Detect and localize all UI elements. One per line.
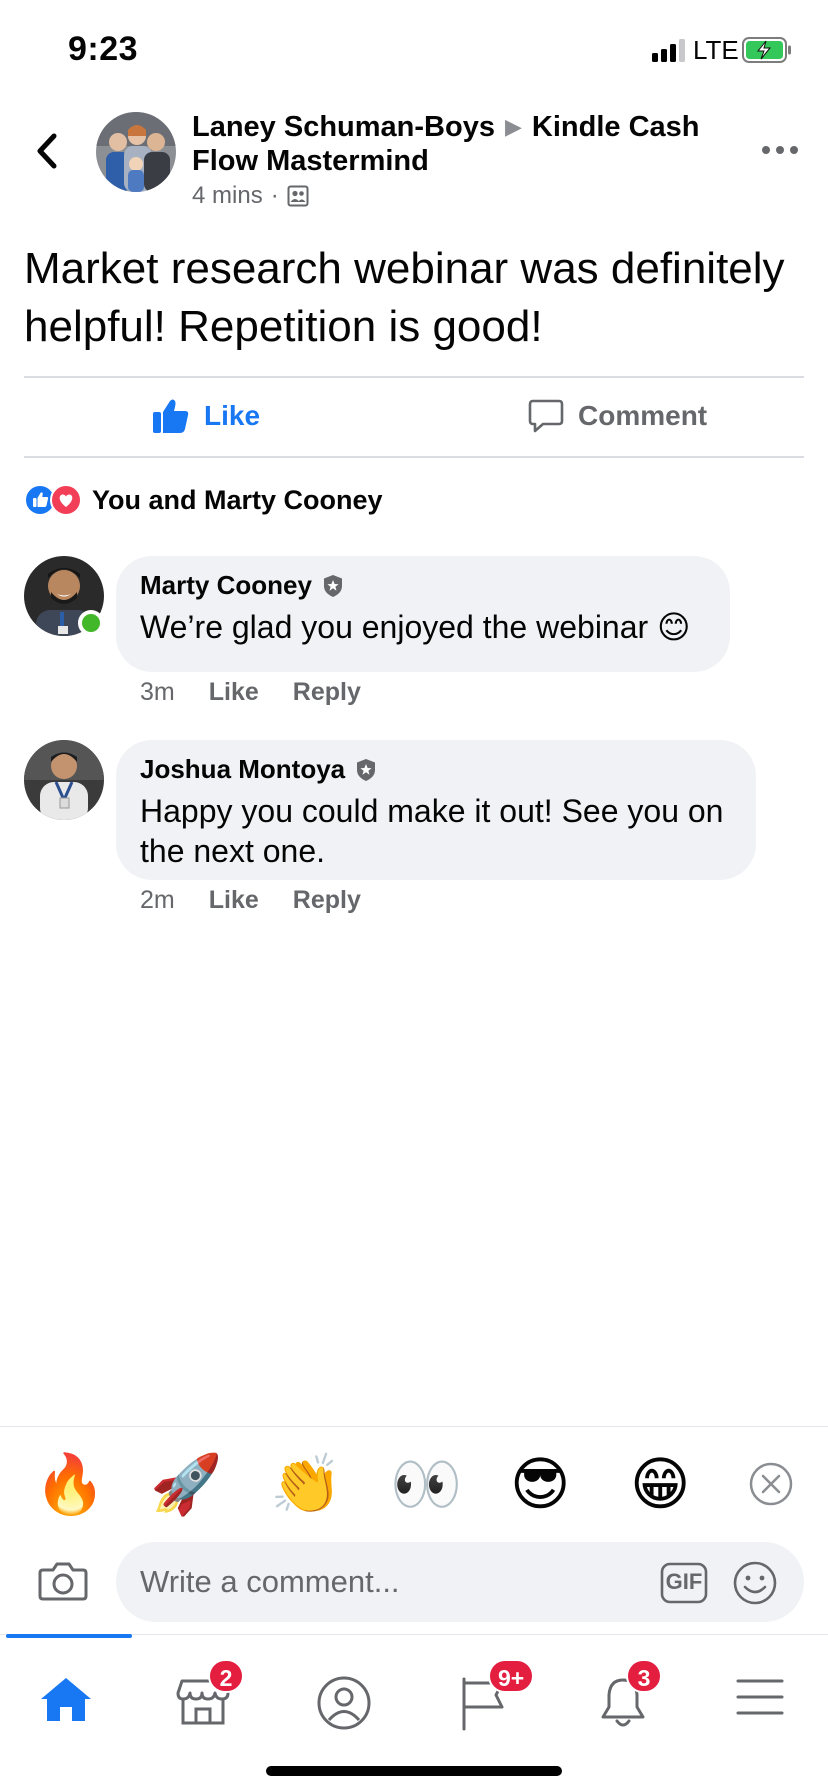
sunglasses-emoji-button[interactable]: 😎 <box>510 1449 570 1519</box>
comment-meta: 2m Like Reply <box>140 886 395 915</box>
clapping-hands-emoji-button[interactable]: 👏 <box>270 1449 342 1519</box>
back-arrow-icon[interactable] <box>30 128 66 174</box>
more-options-icon[interactable] <box>760 140 800 160</box>
grinning-emoji-button[interactable]: 😁 <box>630 1449 690 1519</box>
admin-badge-icon <box>357 758 376 781</box>
online-status-indicator <box>78 610 104 636</box>
emoji-picker-icon[interactable] <box>732 1560 778 1606</box>
admin-badge-icon <box>323 574 342 597</box>
notifications-badge: 3 <box>626 1659 662 1693</box>
comment-bubble-icon <box>528 399 564 433</box>
meta-separator: · <box>270 182 279 209</box>
comment-item: Joshua Montoya Happy you could make it o… <box>24 740 804 920</box>
comment-text: Happy you could make it out! See you on … <box>140 793 724 869</box>
active-tab-indicator <box>6 1634 132 1638</box>
reactions-summary[interactable]: You and Marty Cooney <box>24 484 383 516</box>
thumbs-up-icon <box>153 399 189 433</box>
eyes-emoji-button[interactable]: 👀 <box>390 1449 462 1519</box>
love-reaction-icon <box>50 484 82 516</box>
group-members-icon <box>287 185 309 207</box>
comment-reply-link[interactable]: Reply <box>293 886 361 915</box>
comment-bubble[interactable]: Joshua Montoya Happy you could make it o… <box>116 740 756 880</box>
comment-bubble[interactable]: Marty Cooney We’re glad you enjoyed the … <box>116 556 730 672</box>
comment-like-link[interactable]: Like <box>209 678 259 707</box>
comment-time: 2m <box>140 886 175 914</box>
gif-button[interactable]: GIF <box>660 1562 708 1604</box>
commenter-name[interactable]: Marty Cooney <box>140 570 312 601</box>
gif-label: GIF <box>665 1569 703 1594</box>
divider <box>24 456 804 458</box>
like-button[interactable]: Like <box>152 398 260 434</box>
like-label: Like <box>204 400 261 431</box>
signal-icon <box>652 38 688 62</box>
tab-home[interactable] <box>38 1675 98 1731</box>
tab-marketplace[interactable]: 2 <box>176 1659 244 1731</box>
tab-profile[interactable] <box>316 1675 376 1731</box>
tab-notifications[interactable]: 3 <box>596 1659 662 1731</box>
comment-input-box[interactable]: GIF <box>116 1542 804 1622</box>
comment-meta: 3m Like Reply <box>140 678 395 707</box>
profile-icon <box>317 1676 371 1730</box>
comment-button[interactable]: Comment <box>528 398 707 434</box>
tab-menu[interactable] <box>736 1675 796 1731</box>
status-bar: 9:23 LTE <box>0 0 828 96</box>
commenter-name[interactable]: Joshua Montoya <box>140 754 345 785</box>
camera-icon[interactable] <box>38 1556 88 1606</box>
comment-item: Marty Cooney We’re glad you enjoyed the … <box>24 556 804 706</box>
shared-to-arrow-icon: ▶ <box>504 114 522 139</box>
comment-text: We’re glad you enjoyed the webinar 😊 <box>140 609 691 645</box>
comment-like-link[interactable]: Like <box>209 886 259 915</box>
home-icon <box>41 1678 91 1721</box>
post-meta: 4 mins · <box>192 182 309 210</box>
reactions-text: You and Marty Cooney <box>92 484 383 515</box>
commenter-avatar[interactable] <box>24 740 104 820</box>
network-label: LTE <box>693 35 739 65</box>
rocket-emoji-button[interactable]: 🚀 <box>150 1449 222 1519</box>
author-avatar[interactable] <box>96 112 176 192</box>
marketplace-badge: 2 <box>208 1659 244 1693</box>
comment-reply-link[interactable]: Reply <box>293 678 361 707</box>
post-time[interactable]: 4 mins <box>192 182 263 210</box>
pages-badge: 9+ <box>488 1659 535 1693</box>
comment-time: 3m <box>140 678 175 706</box>
author-name[interactable]: Laney Schuman-Boys <box>192 111 495 143</box>
fire-emoji-button[interactable]: 🔥 <box>34 1449 106 1519</box>
emoji-suggestion-bar: 🔥 🚀 👏 👀 😎 😁 <box>0 1426 828 1538</box>
close-icon[interactable] <box>748 1461 794 1507</box>
post-text: Market research webinar was definitely h… <box>24 244 785 351</box>
tab-pages[interactable]: 9+ <box>458 1659 535 1731</box>
hamburger-menu-icon <box>736 1679 784 1715</box>
divider <box>24 376 804 378</box>
home-indicator[interactable] <box>266 1766 562 1776</box>
battery-icon <box>742 37 791 63</box>
post-header-title: Laney Schuman-Boys ▶ Kindle Cash Flow Mast… <box>192 110 712 178</box>
comment-input[interactable] <box>140 1542 640 1622</box>
status-time: 9:23 <box>68 30 139 68</box>
comment-label: Comment <box>578 400 708 431</box>
